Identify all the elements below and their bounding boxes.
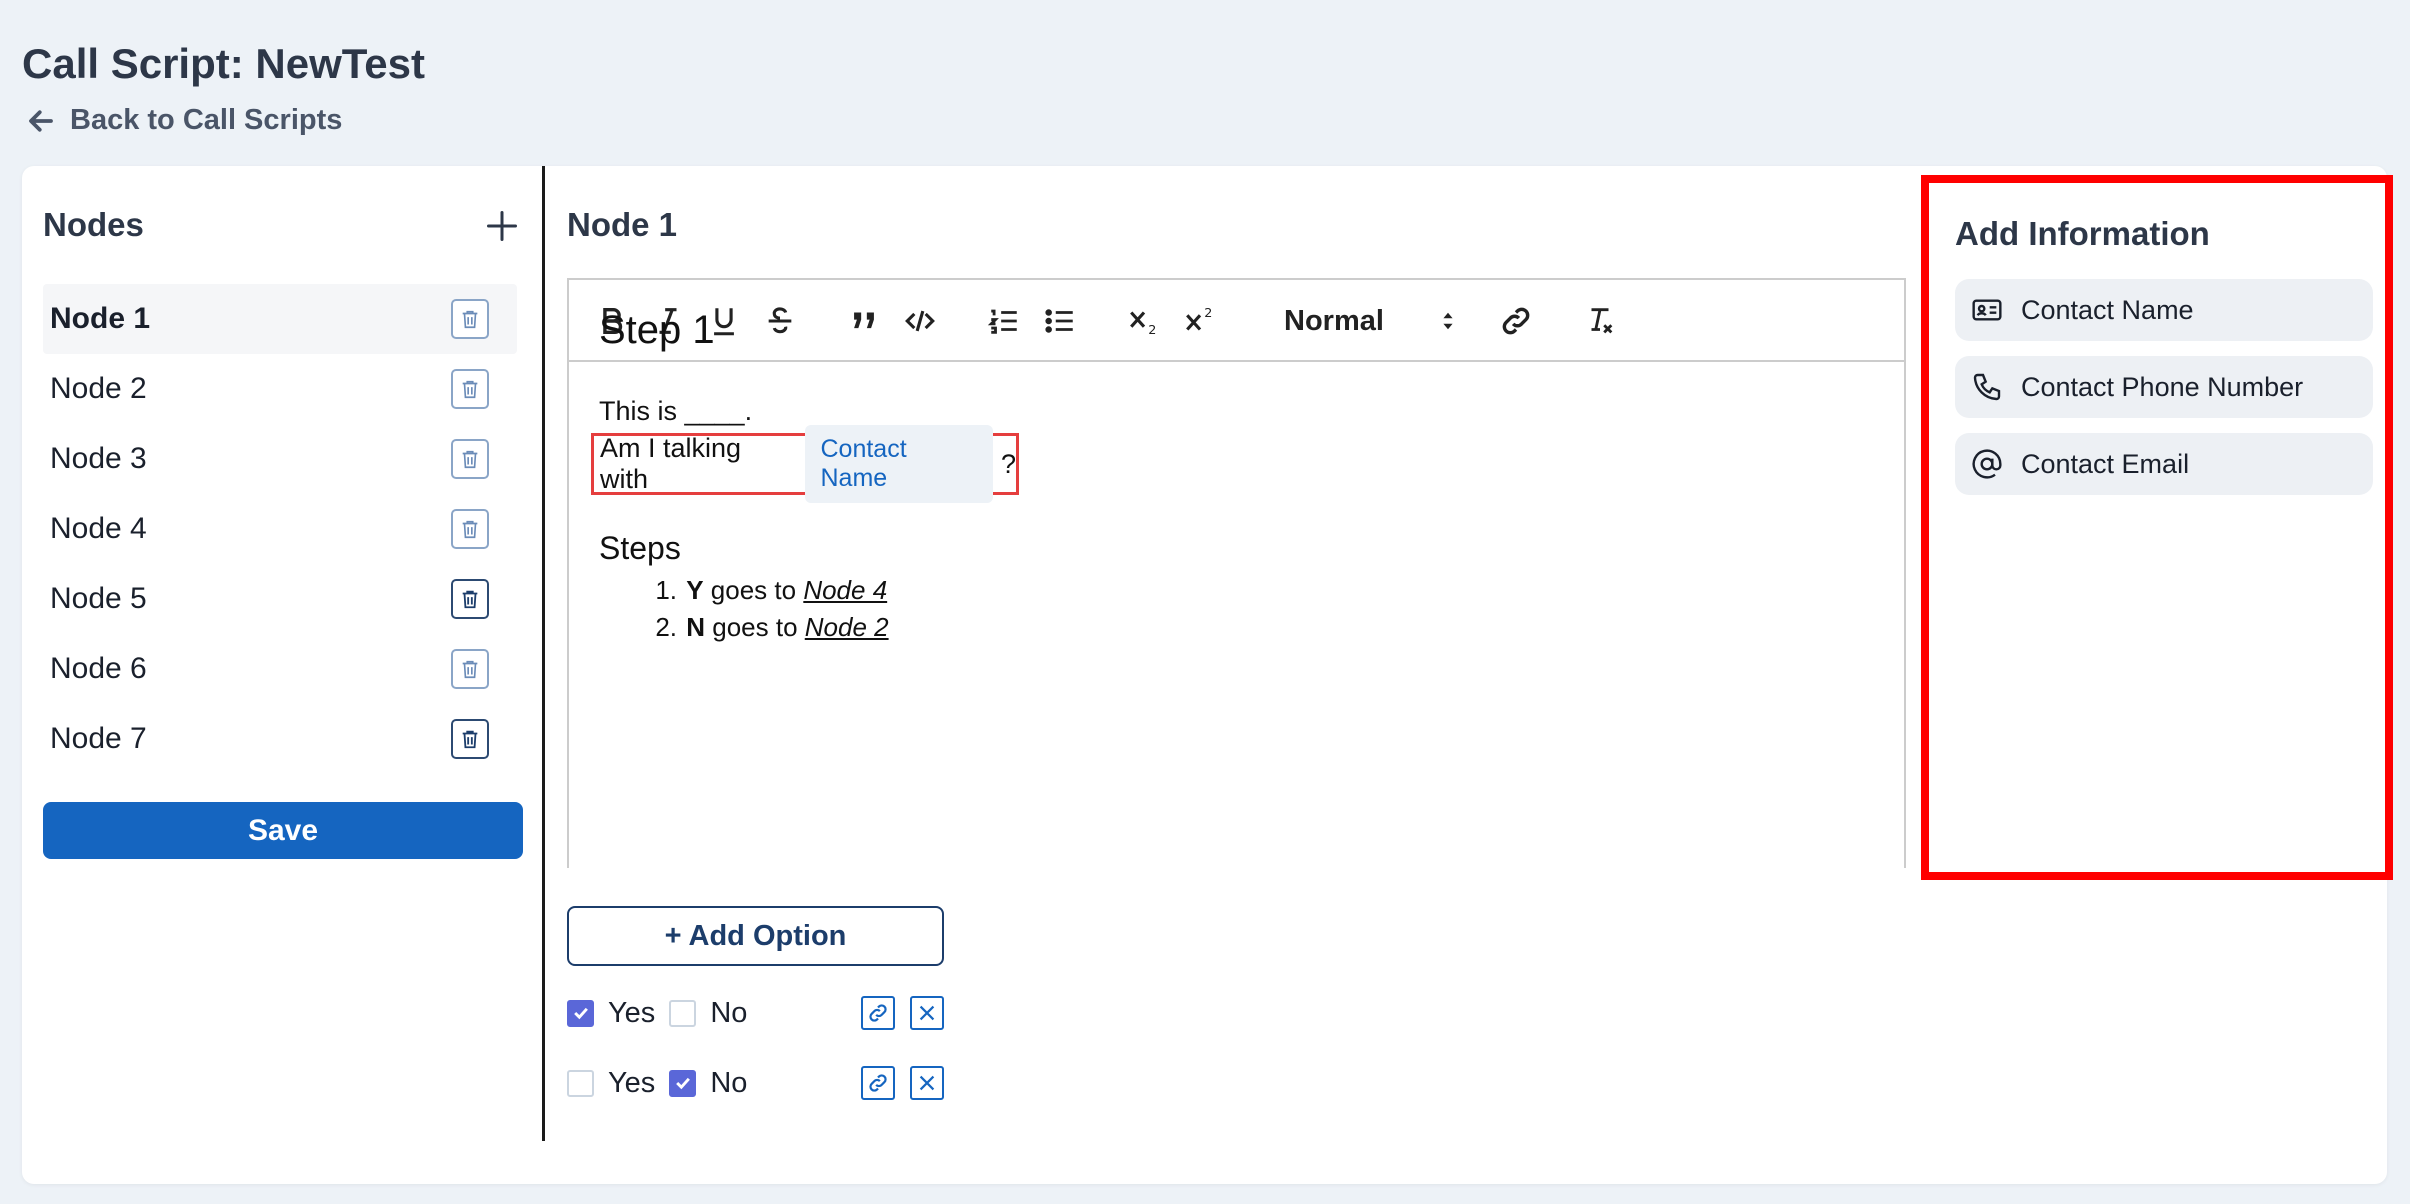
link-option-button[interactable]: [861, 1066, 895, 1100]
info-item-label: Contact Name: [2021, 294, 2194, 325]
steps-heading: Steps: [599, 530, 681, 566]
step-text: goes to: [703, 575, 804, 605]
content-line: This is ____.: [599, 396, 753, 426]
arrow-left-icon: [29, 109, 53, 132]
steps-list: 1. Y goes to Node 4 2. N goes to Node 2: [647, 572, 889, 646]
no-label: No: [710, 996, 748, 1029]
contact-name-variable-chip[interactable]: Contact Name: [804, 425, 993, 503]
node-item-label: Node 2: [50, 372, 147, 405]
format-select-value: Normal: [1284, 304, 1384, 337]
node-item-label: Node 7: [50, 722, 147, 755]
delete-node-trash-icon[interactable]: [451, 719, 489, 759]
content-line-suffix: ?: [1000, 448, 1016, 479]
node-link[interactable]: Node 2: [805, 612, 889, 642]
remove-option-button[interactable]: [910, 1066, 944, 1100]
add-option-button[interactable]: + Add Option: [567, 906, 944, 966]
node-item-6[interactable]: Node 6: [43, 634, 517, 704]
close-icon: [919, 1075, 935, 1091]
page-title: Call Script: NewTest: [22, 40, 425, 87]
add-information-title: Add Information: [1955, 215, 2210, 252]
info-item-contact-name[interactable]: Contact Name: [1955, 279, 2373, 341]
node-heading: Node 1: [567, 206, 678, 243]
list-item: 1. Y goes to Node 4: [647, 572, 889, 609]
subscript-icon[interactable]: 2: [1127, 300, 1161, 342]
phone-icon: [1973, 373, 2001, 401]
code-block-icon[interactable]: [903, 300, 937, 342]
node-item-3[interactable]: Node 3: [43, 424, 517, 494]
info-item-label: Contact Phone Number: [2021, 371, 2304, 402]
checkmark-icon: [675, 1077, 690, 1090]
delete-node-trash-icon[interactable]: [451, 649, 489, 689]
nodes-panel: Nodes Node 1 Node 2 Node 3 Node 4 Node 5: [22, 166, 545, 1141]
remove-option-button[interactable]: [910, 996, 944, 1030]
content-heading: Step 1: [599, 308, 715, 352]
delete-node-trash-icon[interactable]: [451, 579, 489, 619]
node-item-4[interactable]: Node 4: [43, 494, 517, 564]
yes-label: Yes: [608, 1066, 656, 1099]
back-link-label: Back to Call Scripts: [70, 104, 343, 136]
node-item-5[interactable]: Node 5: [43, 564, 517, 634]
step-key: N: [686, 612, 706, 642]
node-item-label: Node 6: [50, 652, 147, 685]
option-row: Yes No: [567, 1063, 761, 1103]
node-item-7[interactable]: Node 7: [43, 704, 517, 774]
nodes-title: Nodes: [43, 206, 144, 243]
option-row: Yes No: [567, 993, 761, 1033]
no-checkbox[interactable]: [669, 1069, 697, 1097]
list-number: 2.: [655, 612, 677, 642]
info-item-contact-email[interactable]: Contact Email: [1955, 433, 2373, 495]
back-to-call-scripts-link[interactable]: Back to Call Scripts: [26, 104, 342, 137]
node-item-label: Node 1: [50, 302, 151, 335]
list-item: 2. N goes to Node 2: [647, 609, 889, 646]
superscript-icon[interactable]: 2: [1183, 300, 1217, 342]
delete-node-trash-icon[interactable]: [451, 439, 489, 479]
node-item-label: Node 3: [50, 442, 147, 475]
strikethrough-icon[interactable]: [763, 300, 797, 342]
info-item-contact-phone[interactable]: Contact Phone Number: [1955, 356, 2373, 418]
checkmark-icon: [573, 1007, 588, 1020]
highlighted-content-line: Am I talking with Contact Name ?: [591, 425, 1019, 503]
yes-checkbox[interactable]: [567, 1069, 594, 1097]
no-checkbox[interactable]: [669, 999, 697, 1027]
editor-toolbar: 2 2 Normal: [569, 280, 1904, 362]
no-label: No: [710, 1066, 748, 1099]
ordered-list-icon[interactable]: [987, 300, 1021, 342]
step-text: goes to: [705, 612, 805, 642]
save-button[interactable]: Save: [43, 802, 523, 859]
add-information-panel: Add Information Contact Name Contact Pho…: [1921, 175, 2393, 880]
node-link[interactable]: Node 4: [803, 575, 887, 605]
close-icon: [919, 1005, 935, 1021]
delete-node-trash-icon[interactable]: [451, 509, 489, 549]
delete-node-trash-icon[interactable]: [451, 369, 489, 409]
bullet-list-icon[interactable]: [1043, 300, 1077, 342]
yes-checkbox[interactable]: [567, 999, 594, 1027]
node-item-label: Node 5: [50, 582, 147, 615]
text-format-select[interactable]: Normal: [1284, 300, 1459, 342]
info-item-label: Contact Email: [2021, 448, 2190, 479]
link-icon[interactable]: [1499, 300, 1533, 342]
link-icon: [869, 1004, 887, 1022]
yes-label: Yes: [608, 996, 656, 1029]
list-number: 1.: [655, 575, 677, 605]
step-key: Y: [686, 575, 704, 605]
contact-card-icon: [1972, 299, 2002, 321]
svg-text:2: 2: [1148, 323, 1156, 338]
node-item-label: Node 4: [50, 512, 147, 545]
node-item-2[interactable]: Node 2: [43, 354, 517, 424]
link-option-button[interactable]: [861, 996, 895, 1030]
clear-formatting-icon[interactable]: [1583, 300, 1617, 342]
svg-text:2: 2: [1204, 306, 1212, 321]
blockquote-icon[interactable]: [847, 300, 881, 342]
rich-text-editor: 2 2 Normal Step 1 This is ____. Am I tal…: [567, 278, 1906, 868]
link-icon: [869, 1074, 887, 1092]
at-sign-icon: [1972, 449, 2002, 479]
select-arrows-icon: [1443, 312, 1453, 330]
content-line-prefix: Am I talking with: [600, 433, 742, 494]
node-item-1[interactable]: Node 1: [43, 284, 517, 354]
node-list: Node 1 Node 2 Node 3 Node 4 Node 5 Node …: [43, 284, 517, 774]
delete-node-trash-icon[interactable]: [451, 299, 489, 339]
add-node-plus-icon[interactable]: [484, 208, 520, 244]
